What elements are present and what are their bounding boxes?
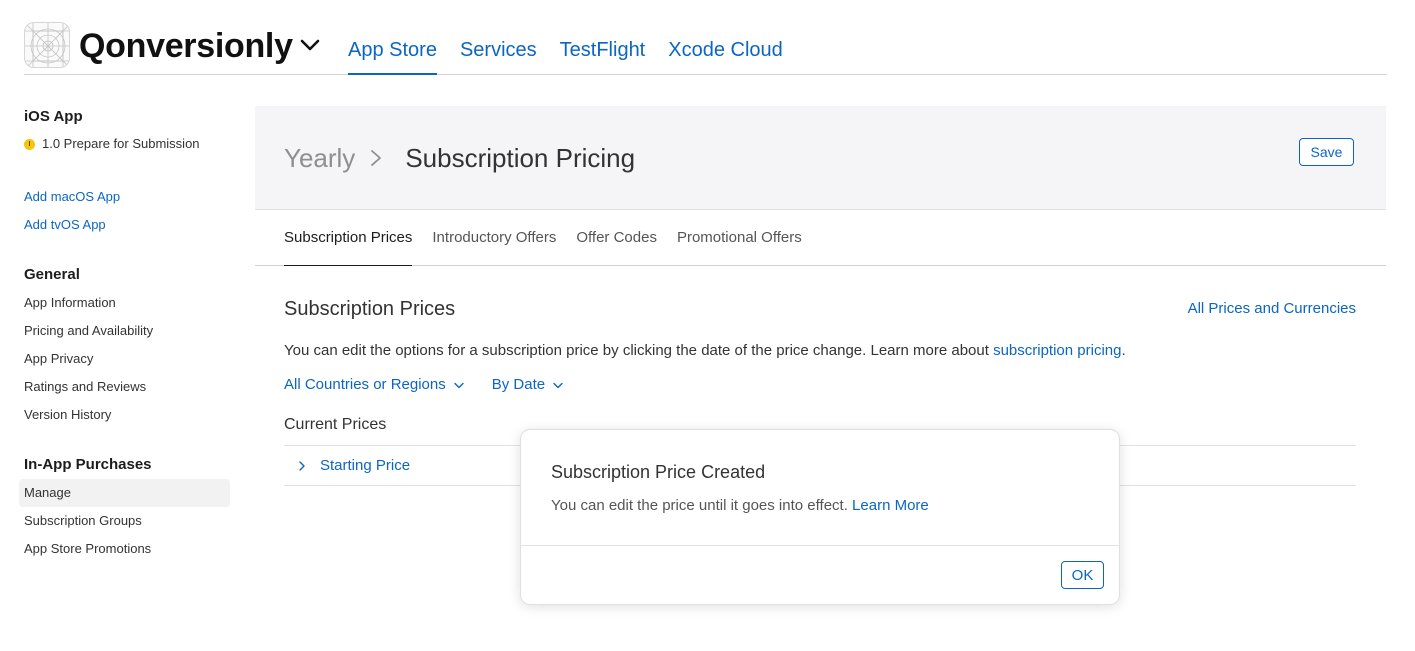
- sidebar-item-subscription-groups[interactable]: Subscription Groups: [24, 507, 234, 535]
- nav-app-store[interactable]: App Store: [348, 37, 437, 75]
- sidebar-item-app-privacy[interactable]: App Privacy: [24, 345, 234, 373]
- breadcrumb: Yearly Subscription Pricing: [284, 142, 635, 174]
- section-title: Subscription Prices: [284, 298, 456, 320]
- description-text: You can edit the options for a subscript…: [284, 342, 994, 359]
- page-title: Subscription Pricing: [405, 143, 636, 173]
- nav-services[interactable]: Services: [460, 37, 537, 75]
- region-filter-dropdown[interactable]: All Countries or Regions: [284, 375, 464, 395]
- region-filter-label: All Countries or Regions: [284, 376, 446, 393]
- add-tvos-app-link[interactable]: Add tvOS App: [24, 211, 234, 239]
- sidebar-item-version-history[interactable]: Version History: [24, 401, 234, 429]
- sidebar-item-app-information[interactable]: App Information: [24, 289, 234, 317]
- description: You can edit the options for a subscript…: [284, 341, 1126, 361]
- page-header: Yearly Subscription Pricing Save: [255, 106, 1386, 210]
- tab-offer-codes[interactable]: Offer Codes: [576, 210, 657, 266]
- breadcrumb-parent[interactable]: Yearly: [284, 142, 355, 174]
- chevron-down-icon: [454, 382, 464, 388]
- sidebar-section-general: General: [24, 266, 80, 283]
- dialog-body-text: You can edit the price until it goes int…: [551, 497, 853, 514]
- subscription-pricing-link[interactable]: subscription pricing: [993, 342, 1121, 359]
- nav-testflight[interactable]: TestFlight: [560, 37, 646, 75]
- app-icon[interactable]: [24, 22, 70, 68]
- top-nav: App Store Services TestFlight Xcode Clou…: [348, 37, 783, 75]
- description-end: .: [1121, 342, 1126, 359]
- starting-price-label: Starting Price: [320, 457, 411, 474]
- sidebar-item-pricing-and-availability[interactable]: Pricing and Availability: [24, 317, 234, 345]
- warning-status-icon: [24, 138, 35, 150]
- top-header: Qonversionly App Store Services TestFlig…: [24, 22, 1387, 75]
- ok-button[interactable]: OK: [1061, 561, 1104, 589]
- sidebar-item-ratings-and-reviews[interactable]: Ratings and Reviews: [24, 373, 234, 401]
- version-status[interactable]: 1.0 Prepare for Submission: [24, 135, 234, 153]
- price-created-dialog: Subscription Price Created You can edit …: [520, 429, 1120, 605]
- version-status-label: 1.0 Prepare for Submission: [42, 136, 200, 151]
- app-placeholder-grid-icon: [25, 23, 69, 67]
- sort-filter-dropdown[interactable]: By Date: [492, 375, 563, 395]
- chevron-down-icon: [553, 382, 563, 388]
- learn-more-link[interactable]: Learn More: [852, 497, 929, 514]
- dialog-body: You can edit the price until it goes int…: [551, 496, 929, 516]
- sort-filter-label: By Date: [491, 376, 546, 393]
- sidebar-section-in-app-purchases: In-App Purchases: [24, 456, 152, 473]
- chevron-down-icon[interactable]: [300, 38, 320, 52]
- chevron-right-icon: [299, 461, 305, 471]
- current-prices-title: Current Prices: [284, 416, 387, 433]
- add-macos-app-link[interactable]: Add macOS App: [24, 183, 234, 211]
- chevron-right-icon: [371, 150, 382, 166]
- sidebar-item-app-store-promotions[interactable]: App Store Promotions: [24, 535, 234, 563]
- dialog-title: Subscription Price Created: [551, 462, 766, 482]
- nav-xcode-cloud[interactable]: Xcode Cloud: [668, 37, 783, 75]
- tab-subscription-prices[interactable]: Subscription Prices: [284, 210, 413, 266]
- dialog-divider: [521, 545, 1119, 546]
- save-button[interactable]: Save: [1299, 138, 1354, 166]
- app-name[interactable]: Qonversionly: [79, 26, 293, 66]
- filters: All Countries or Regions By Date: [284, 375, 563, 395]
- sidebar: iOS App 1.0 Prepare for Submission Add m…: [19, 107, 234, 563]
- tab-bar: Subscription Prices Introductory Offers …: [255, 210, 1386, 266]
- tab-promotional-offers[interactable]: Promotional Offers: [677, 210, 802, 266]
- tab-introductory-offers[interactable]: Introductory Offers: [432, 210, 556, 266]
- table-row[interactable]: Starting Price: [298, 456, 410, 476]
- all-prices-and-currencies-link[interactable]: All Prices and Currencies: [1188, 299, 1356, 319]
- sidebar-item-manage[interactable]: Manage: [19, 479, 230, 507]
- sidebar-platform-title: iOS App: [24, 108, 83, 125]
